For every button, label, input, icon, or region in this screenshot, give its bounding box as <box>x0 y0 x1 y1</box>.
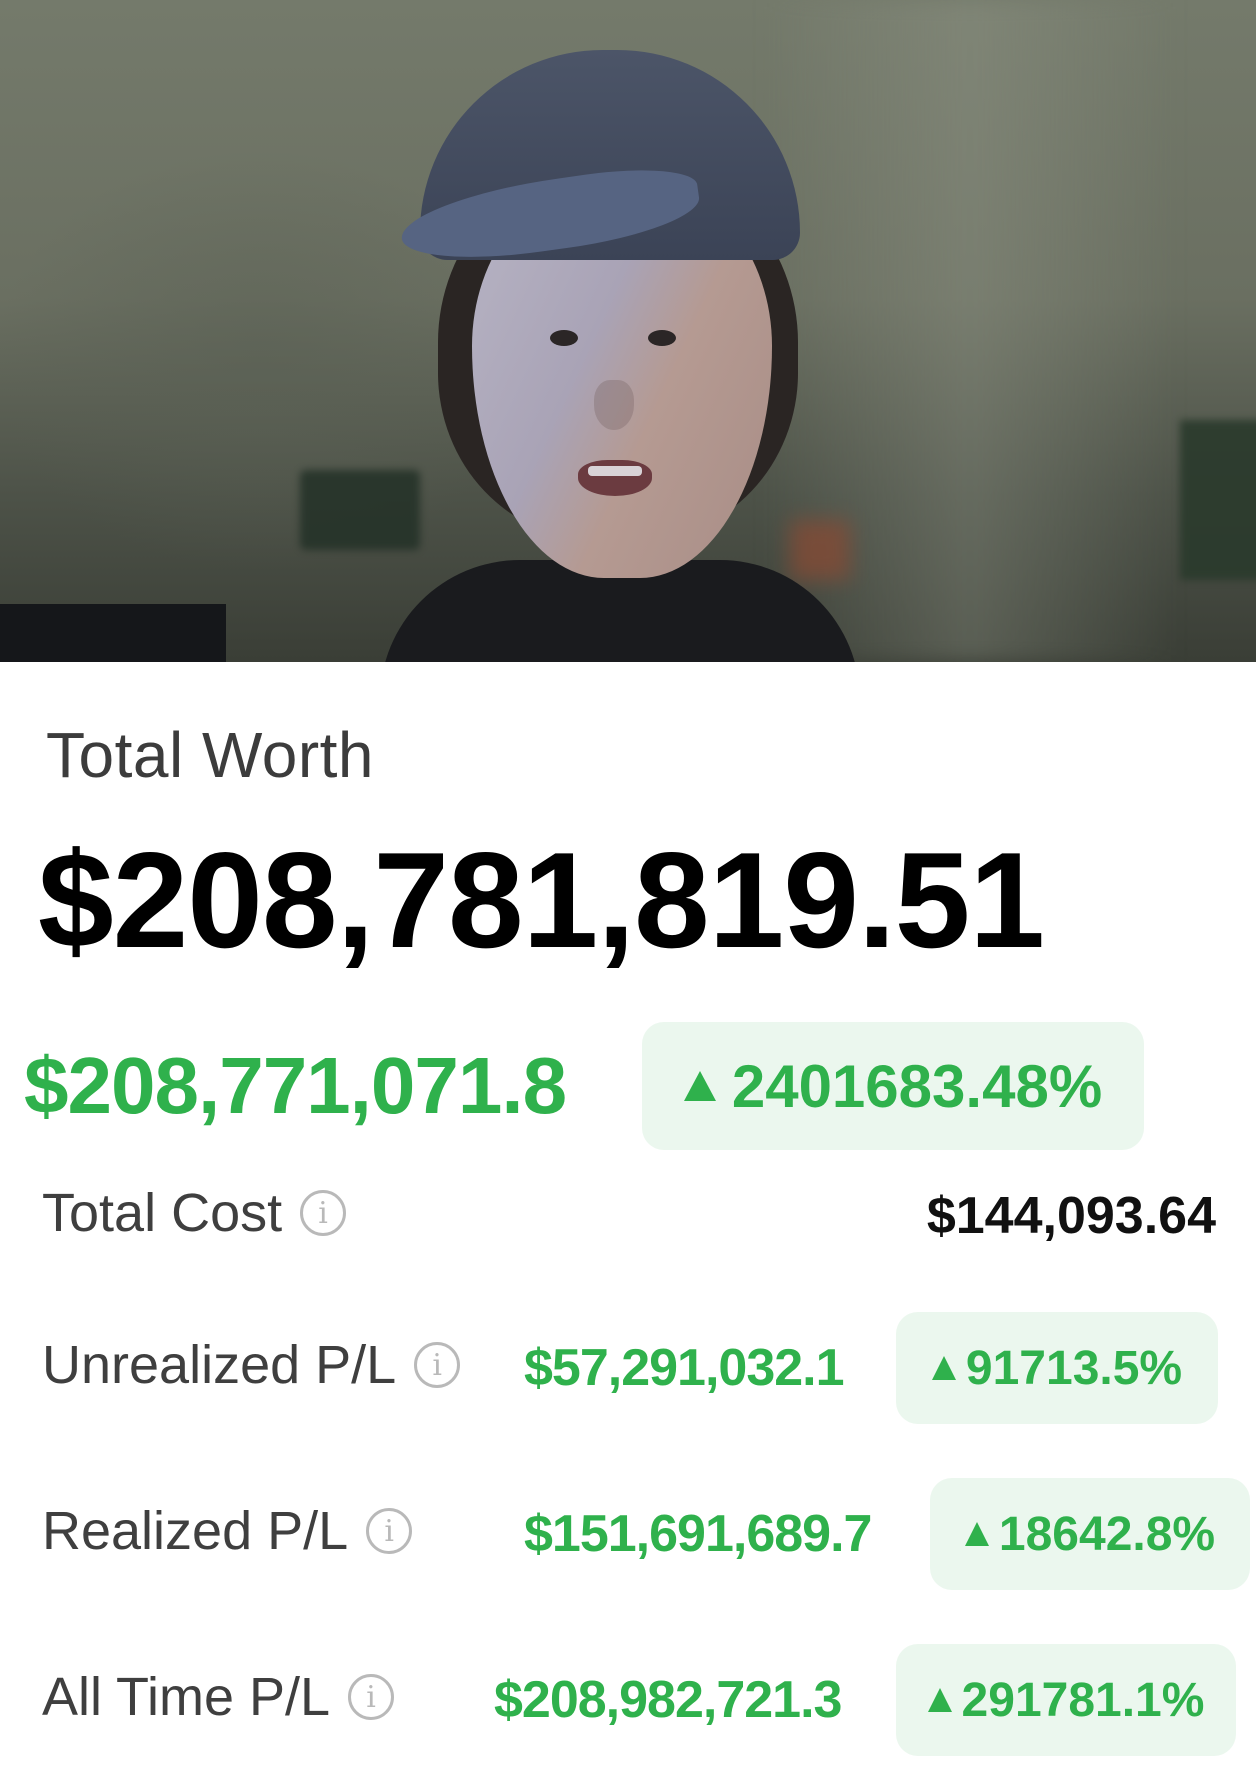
total-cost-label: Total Cost <box>42 1183 283 1243</box>
total-cost-label-group: Total Cost i <box>42 1182 347 1244</box>
all-time-pl-label-group: All Time P/L i <box>42 1666 395 1728</box>
nose <box>594 380 634 430</box>
background-object <box>1180 420 1256 580</box>
all-time-pl-value: $208,982,721.3 <box>494 1671 842 1729</box>
webcam-video-frame <box>0 0 1256 662</box>
up-triangle-icon <box>964 1522 989 1546</box>
total-gain-percent-badge: 2401683.48% <box>642 1022 1144 1150</box>
black-bar <box>0 604 226 662</box>
total-cost-value: $144,093.64 <box>926 1187 1216 1245</box>
up-triangle-icon <box>927 1688 952 1712</box>
realized-pl-label: Realized P/L <box>42 1501 349 1561</box>
info-icon[interactable]: i <box>366 1508 413 1554</box>
all-time-pl-percent: 291781.1% <box>961 1673 1205 1727</box>
total-gain-percent: 2401683.48% <box>731 1052 1103 1120</box>
info-icon[interactable]: i <box>300 1190 347 1236</box>
unrealized-pl-value: $57,291,032.1 <box>524 1339 845 1397</box>
up-triangle-icon <box>683 1071 716 1101</box>
unrealized-pl-label-group: Unrealized P/L i <box>42 1334 461 1396</box>
total-worth-value: $208,781,819.51 <box>38 824 1045 976</box>
unrealized-pl-percent-badge: 91713.5% <box>896 1312 1218 1424</box>
all-time-pl-percent-badge: 291781.1% <box>896 1644 1236 1756</box>
person <box>380 40 860 662</box>
realized-pl-percent: 18642.8% <box>998 1507 1216 1561</box>
unrealized-pl-percent: 91713.5% <box>965 1341 1183 1395</box>
teeth <box>588 466 642 476</box>
up-triangle-icon <box>931 1356 956 1380</box>
realized-pl-value: $151,691,689.7 <box>524 1505 872 1563</box>
unrealized-pl-label: Unrealized P/L <box>42 1335 397 1395</box>
realized-pl-percent-badge: 18642.8% <box>930 1478 1250 1590</box>
all-time-pl-label: All Time P/L <box>42 1667 331 1727</box>
right-eye <box>648 330 676 346</box>
total-worth-label: Total Worth <box>46 719 374 791</box>
left-eye <box>550 330 578 346</box>
info-icon[interactable]: i <box>414 1342 461 1388</box>
info-icon[interactable]: i <box>348 1674 395 1720</box>
realized-pl-label-group: Realized P/L i <box>42 1500 413 1562</box>
total-gain-value: $208,771,071.8 <box>24 1041 567 1130</box>
portfolio-panel: Total Worth $208,781,819.51 $208,771,071… <box>0 662 1256 1784</box>
